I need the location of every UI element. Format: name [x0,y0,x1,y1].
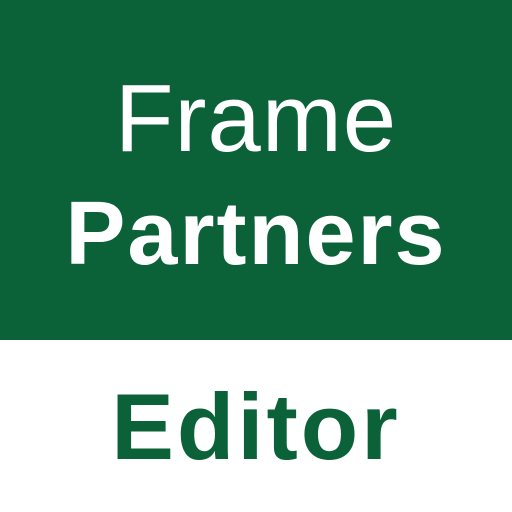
logo-word-frame: Frame [114,65,398,172]
app-icon: Frame Partners Editor [0,0,512,512]
logo-word-partners: Partners [65,184,447,284]
logo-word-editor: Editor [111,374,401,479]
